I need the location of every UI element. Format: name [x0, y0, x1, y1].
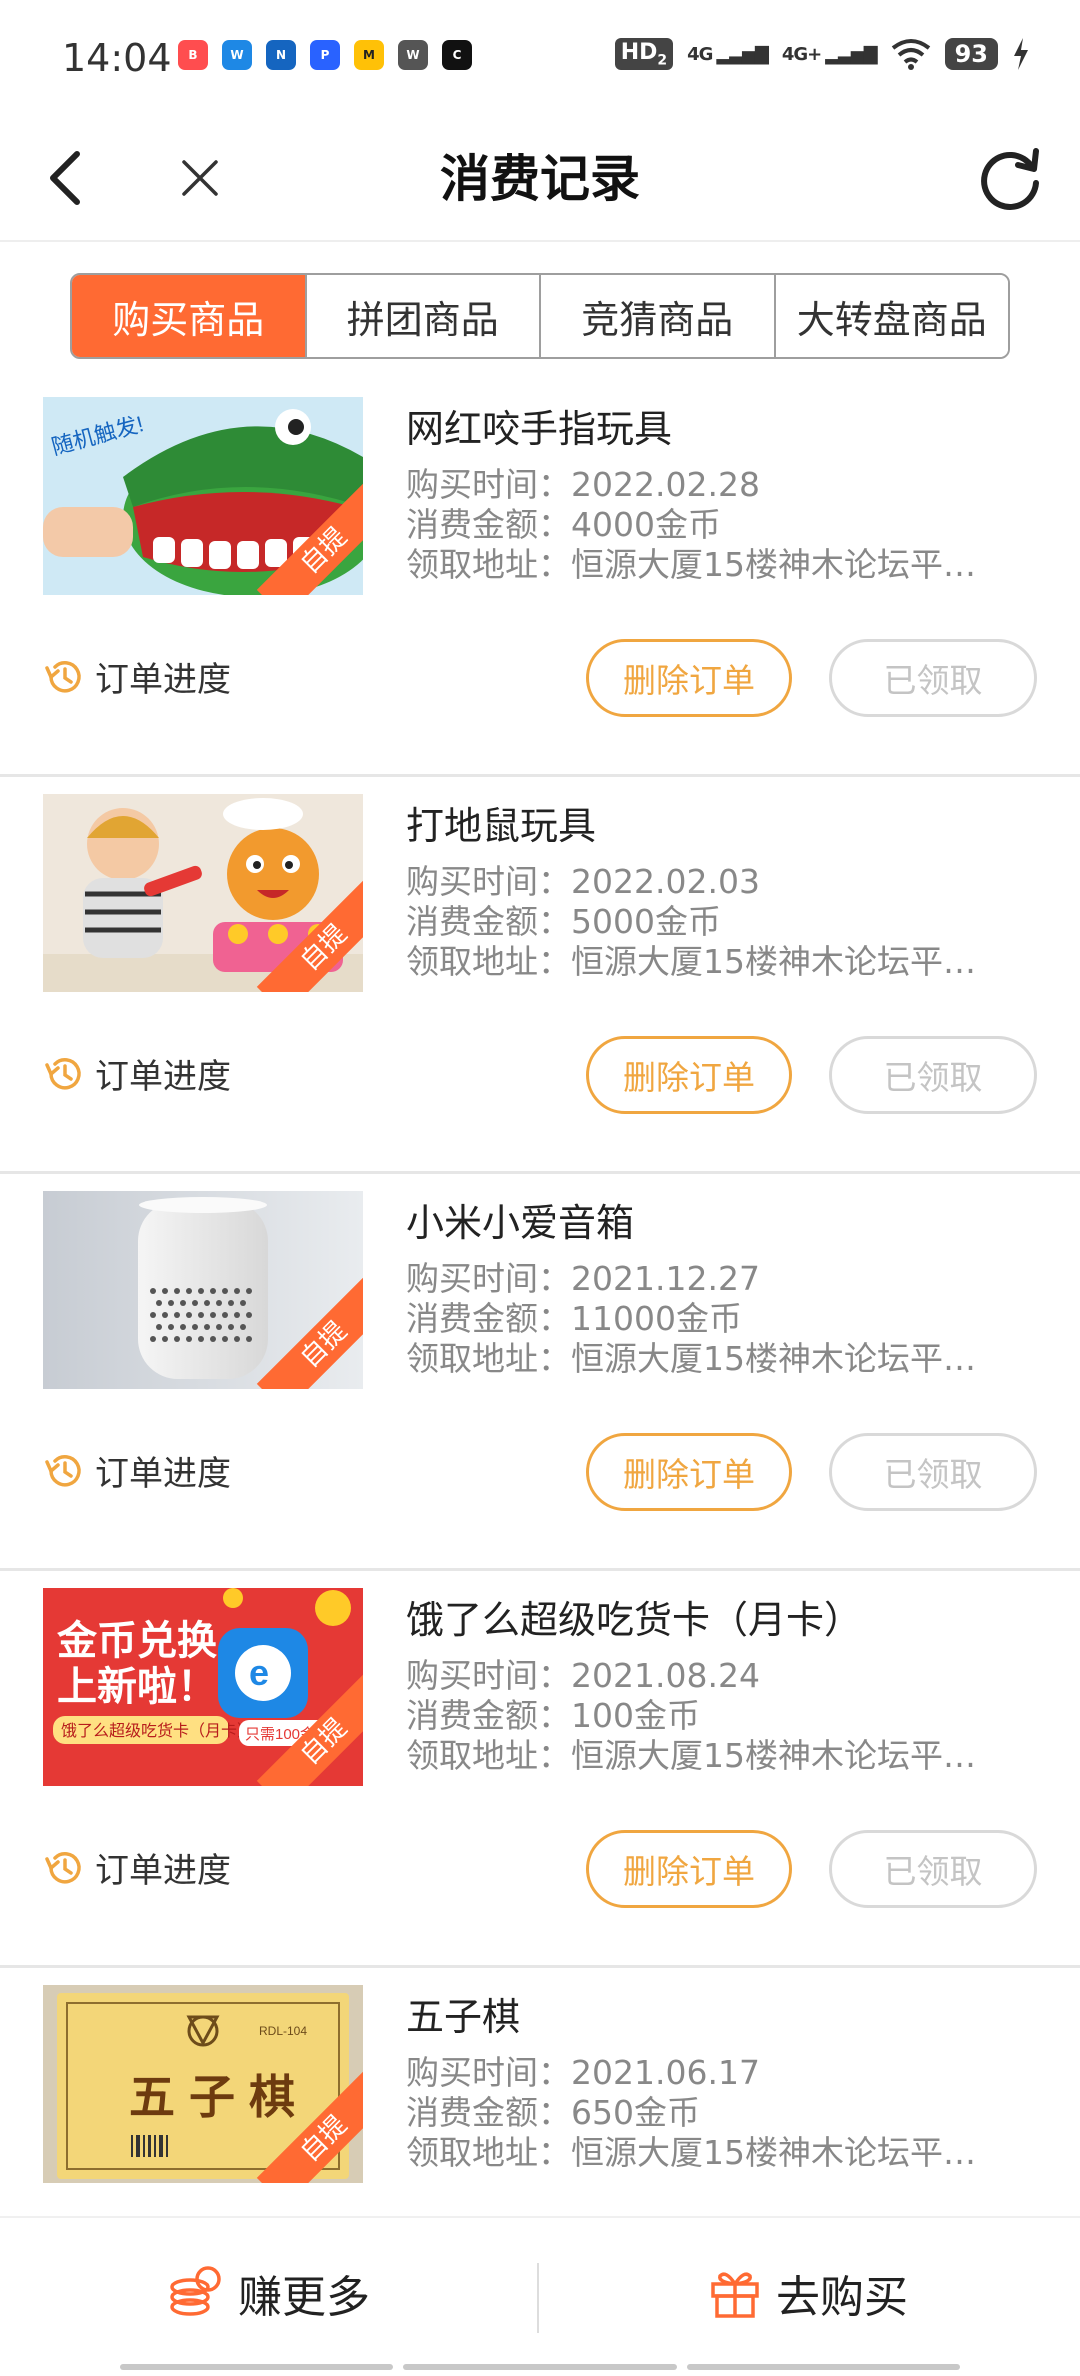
tab-wheel[interactable]: 大转盘商品 — [775, 275, 1008, 357]
delete-order-button[interactable]: 删除订单 — [586, 1830, 792, 1908]
status-time: 14:04 — [62, 36, 172, 80]
product-title: 网红咬手指玩具 — [406, 407, 673, 451]
notification-app-icon: C — [442, 40, 472, 70]
page-title: 消费记录 — [440, 150, 640, 208]
hd-badge: HD2 — [614, 38, 674, 71]
battery-indicator: 93 — [944, 38, 998, 71]
eleme-logo: e — [249, 1652, 269, 1693]
history-clock-icon — [45, 1851, 81, 1884]
product-title: 小米小爱音箱 — [406, 1201, 635, 1245]
refresh-icon[interactable] — [970, 139, 1050, 219]
go-buy-label: 去购买 — [776, 2272, 908, 2323]
product-title: 五子棋 — [406, 1995, 521, 2039]
status-indicators: HD2 4G ▂▃▅▇ 4G+ ▂▃▅▇ 93 — [614, 38, 1030, 71]
order-item: 随机触发! 自提 网红咬手指玩具 购买时间：2022.02.28 消费金额：40… — [0, 380, 1080, 777]
charging-icon — [1014, 38, 1028, 71]
order-progress-link[interactable]: 订单进度 — [43, 1446, 231, 1495]
notification-app-icon: W — [222, 40, 252, 70]
delete-order-button[interactable]: 删除订单 — [586, 639, 792, 717]
category-tabs: 购买商品 拼团商品 竞猜商品 大转盘商品 — [70, 273, 1010, 359]
signal-4g-icon: 4G ▂▃▅▇ — [687, 43, 769, 65]
pickup-address: 领取地址：恒源大厦15楼神木论坛平… — [406, 1339, 976, 1378]
order-item: 自提 打地鼠玩具 购买时间：2022.02.03 消费金额：5000金币 领取地… — [0, 777, 1080, 1174]
tab-guess[interactable]: 竞猜商品 — [541, 275, 776, 357]
status-app-icons: B W N P M W C — [178, 40, 472, 70]
notification-app-icon: B — [178, 40, 208, 70]
go-buy-button[interactable]: 去购买 — [708, 2258, 908, 2328]
gomoku-box-text: 五子棋 — [129, 2072, 309, 2123]
order-item: 自提 小米小爱音箱 购买时间：2021.12.27 消费金额：11000金币 领… — [0, 1174, 1080, 1571]
product-title: 饿了么超级吃货卡（月卡） — [406, 1598, 863, 1642]
order-item: RDL-104 五子棋 自提 五子棋 购买时间：2021.06.17 消费金额：… — [0, 1968, 1080, 2248]
order-progress-link[interactable]: 订单进度 — [43, 1843, 231, 1892]
gomoku-code: RDL-104 — [259, 2024, 307, 2038]
order-progress-label: 订单进度 — [95, 1454, 231, 1494]
pickup-address: 领取地址：恒源大厦15楼神木论坛平… — [406, 545, 976, 584]
status-bar: 14:04 B W N P M W C HD2 4G ▂▃▅▇ 4G+ ▂▃▅▇ 9… — [0, 0, 1080, 115]
order-progress-label: 订单进度 — [95, 660, 231, 700]
order-item: 金币兑换 上新啦！ 饿了么超级吃货卡（月卡） e 只需100金币 自提 饿了么超… — [0, 1571, 1080, 1968]
received-button[interactable]: 已领取 — [829, 1830, 1037, 1908]
order-progress-link[interactable]: 订单进度 — [43, 652, 231, 701]
order-progress-link[interactable]: 订单进度 — [43, 1049, 231, 1098]
gift-icon — [711, 2272, 759, 2318]
notification-app-icon: N — [266, 40, 296, 70]
wechat-icon: W — [398, 40, 428, 70]
received-button[interactable]: 已领取 — [829, 1036, 1037, 1114]
product-image[interactable]: 随机触发! 自提 — [43, 397, 363, 595]
history-clock-icon — [45, 1057, 81, 1090]
ad-title-line1: 金币兑换 — [56, 1618, 217, 1663]
delete-order-button[interactable]: 删除订单 — [586, 1036, 792, 1114]
signal-4g-plus-icon: 4G+ ▂▃▅▇ — [781, 43, 878, 65]
nav-bar: 消费记录 — [0, 115, 1080, 242]
received-button[interactable]: 已领取 — [829, 639, 1037, 717]
order-progress-label: 订单进度 — [95, 1851, 231, 1891]
ad-title-line2: 上新啦！ — [57, 1665, 217, 1709]
tab-purchase[interactable]: 购买商品 — [72, 275, 307, 357]
product-title: 打地鼠玩具 — [406, 804, 597, 848]
notification-app-icon: M — [354, 40, 384, 70]
product-image[interactable]: 自提 — [43, 1191, 363, 1389]
ad-subtitle: 饿了么超级吃货卡（月卡） — [61, 1722, 253, 1740]
delete-order-button[interactable]: 删除订单 — [586, 1433, 792, 1511]
bottom-action-bar: 赚更多 去购买 — [0, 2216, 1080, 2376]
notification-app-icon: P — [310, 40, 340, 70]
order-progress-label: 订单进度 — [95, 1057, 231, 1097]
product-image[interactable]: 金币兑换 上新啦！ 饿了么超级吃货卡（月卡） e 只需100金币 自提 — [43, 1588, 363, 1786]
tab-group-buy[interactable]: 拼团商品 — [306, 275, 541, 357]
coins-icon — [170, 2266, 221, 2316]
history-clock-icon — [45, 660, 81, 693]
received-button[interactable]: 已领取 — [829, 1433, 1037, 1511]
history-clock-icon — [45, 1454, 81, 1487]
earn-more-button[interactable]: 赚更多 — [168, 2258, 370, 2328]
earn-more-label: 赚更多 — [238, 2272, 370, 2323]
product-image[interactable]: RDL-104 五子棋 自提 — [43, 1985, 363, 2183]
home-indicator — [120, 2364, 960, 2370]
order-list: 随机触发! 自提 网红咬手指玩具 购买时间：2022.02.28 消费金额：40… — [0, 380, 1080, 2248]
product-image[interactable]: 自提 — [43, 794, 363, 992]
wifi-icon — [891, 39, 930, 71]
pickup-address: 领取地址：恒源大厦15楼神木论坛平… — [406, 942, 976, 981]
pickup-address: 领取地址：恒源大厦15楼神木论坛平… — [406, 1736, 976, 1775]
bottom-divider — [537, 2263, 539, 2333]
pickup-address: 领取地址：恒源大厦15楼神木论坛平… — [406, 2133, 976, 2172]
